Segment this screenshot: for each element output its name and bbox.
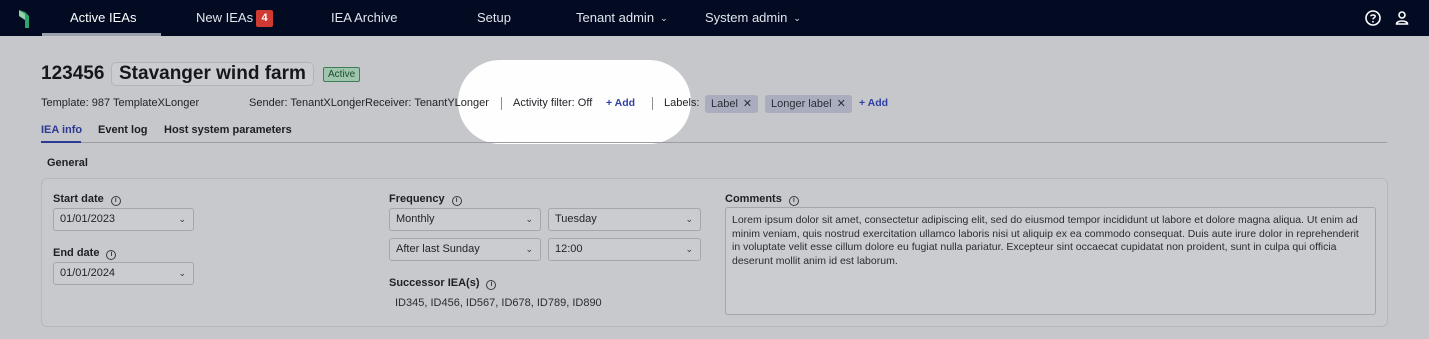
info-icon[interactable]: i [106, 250, 117, 260]
frequency-value: Monthly [396, 213, 435, 225]
chevron-down-icon: ⌄ [685, 214, 693, 224]
nav-tenant-admin-label: Tenant admin [576, 10, 655, 25]
rule-value: After last Sunday [396, 243, 480, 255]
meta-divider [652, 97, 653, 110]
template-info: Template: 987 TemplateXLonger [41, 97, 200, 109]
nav-system-admin[interactable]: System admin ⌄ [705, 0, 801, 36]
comments-textarea[interactable]: Lorem ipsum dolor sit amet, consectetur … [725, 207, 1376, 315]
iea-name-field[interactable]: Stavanger wind farm [111, 62, 314, 86]
user-icon[interactable] [1393, 9, 1411, 27]
chevron-down-icon: ⌄ [178, 268, 186, 278]
day-value: Tuesday [555, 213, 597, 225]
iea-id: 123456 [41, 63, 105, 84]
info-icon[interactable]: i [110, 196, 121, 206]
status-badge: Active [323, 67, 361, 82]
top-nav: Active IEAs New IEAs 4 IEA Archive Setup … [0, 0, 1429, 36]
active-tab-indicator [41, 141, 81, 143]
end-date-label: End date i [53, 247, 117, 260]
label-chip: Label ✕ [705, 95, 759, 113]
tab-event-log[interactable]: Event log [98, 124, 148, 136]
new-ieas-count-badge: 4 [256, 10, 274, 27]
end-date-value: 01/01/2024 [60, 267, 116, 279]
nav-iea-archive-label: IEA Archive [331, 10, 398, 25]
time-value: 12:00 [555, 243, 583, 255]
start-date-label: Start date i [53, 193, 121, 206]
frequency-label: Frequency i [389, 193, 462, 206]
successor-label-text: Successor IEA(s) [389, 277, 480, 289]
nav-active-ieas[interactable]: Active IEAs [70, 0, 136, 36]
help-circle-icon[interactable] [1364, 9, 1382, 27]
successor-ids: ID345, ID456, ID567, ID678, ID789, ID890 [395, 297, 602, 309]
comments-label-text: Comments [725, 193, 782, 205]
time-select[interactable]: 12:00 ⌄ [548, 238, 701, 261]
nav-active-indicator [42, 33, 161, 36]
chevron-down-icon: ⌄ [660, 13, 668, 23]
label-chip-text: Label [711, 98, 738, 110]
tab-host-system-parameters[interactable]: Host system parameters [164, 124, 292, 136]
nav-setup-label: Setup [477, 10, 511, 25]
info-icon[interactable]: i [788, 196, 799, 206]
frequency-label-text: Frequency [389, 193, 445, 205]
nav-active-ieas-label: Active IEAs [70, 10, 137, 25]
nav-setup[interactable]: Setup [477, 0, 511, 36]
chevron-down-icon: ⌄ [793, 13, 801, 23]
end-date-label-text: End date [53, 247, 100, 259]
nav-new-ieas-label: New IEAs [196, 10, 254, 25]
day-select[interactable]: Tuesday ⌄ [548, 208, 701, 231]
start-date-label-text: Start date [53, 193, 104, 205]
chevron-down-icon: ⌄ [178, 214, 186, 224]
section-title-general: General [47, 157, 88, 169]
comments-label: Comments i [725, 193, 799, 206]
close-icon[interactable]: ✕ [743, 98, 752, 110]
label-chip: Longer label ✕ [765, 95, 852, 113]
nav-system-admin-label: System admin [705, 10, 788, 25]
info-icon[interactable]: i [486, 280, 497, 290]
frequency-select[interactable]: Monthly ⌄ [389, 208, 541, 231]
start-date-value: 01/01/2023 [60, 213, 116, 225]
labels-title: Labels: [664, 97, 700, 109]
add-activity-filter-link[interactable]: + Add [606, 97, 635, 109]
nav-iea-archive[interactable]: IEA Archive [331, 0, 397, 36]
receiver-info: Receiver: TenantYLonger [365, 97, 489, 109]
chevron-down-icon: ⌄ [525, 244, 533, 254]
nav-new-ieas[interactable]: New IEAs 4 [196, 0, 274, 36]
meta-divider [501, 97, 502, 110]
rule-select[interactable]: After last Sunday ⌄ [389, 238, 541, 261]
end-date-input[interactable]: 01/01/2024 ⌄ [53, 262, 194, 285]
label-chip-text: Longer label [771, 98, 832, 110]
sender-info: Sender: TenantXLonger [249, 97, 365, 109]
close-icon[interactable]: ✕ [837, 98, 846, 110]
chevron-down-icon: ⌄ [525, 214, 533, 224]
chevron-down-icon: ⌄ [685, 244, 693, 254]
tabs-divider [41, 142, 1387, 143]
successor-label: Successor IEA(s) i [389, 277, 497, 290]
start-date-input[interactable]: 01/01/2023 ⌄ [53, 208, 194, 231]
app-logo-icon[interactable] [16, 6, 32, 30]
add-label-link[interactable]: + Add [859, 97, 888, 109]
tab-iea-info[interactable]: IEA info [41, 124, 82, 136]
nav-tenant-admin[interactable]: Tenant admin ⌄ [576, 0, 668, 36]
activity-filter-status: Activity filter: Off [513, 97, 593, 109]
info-icon[interactable]: i [451, 196, 462, 206]
